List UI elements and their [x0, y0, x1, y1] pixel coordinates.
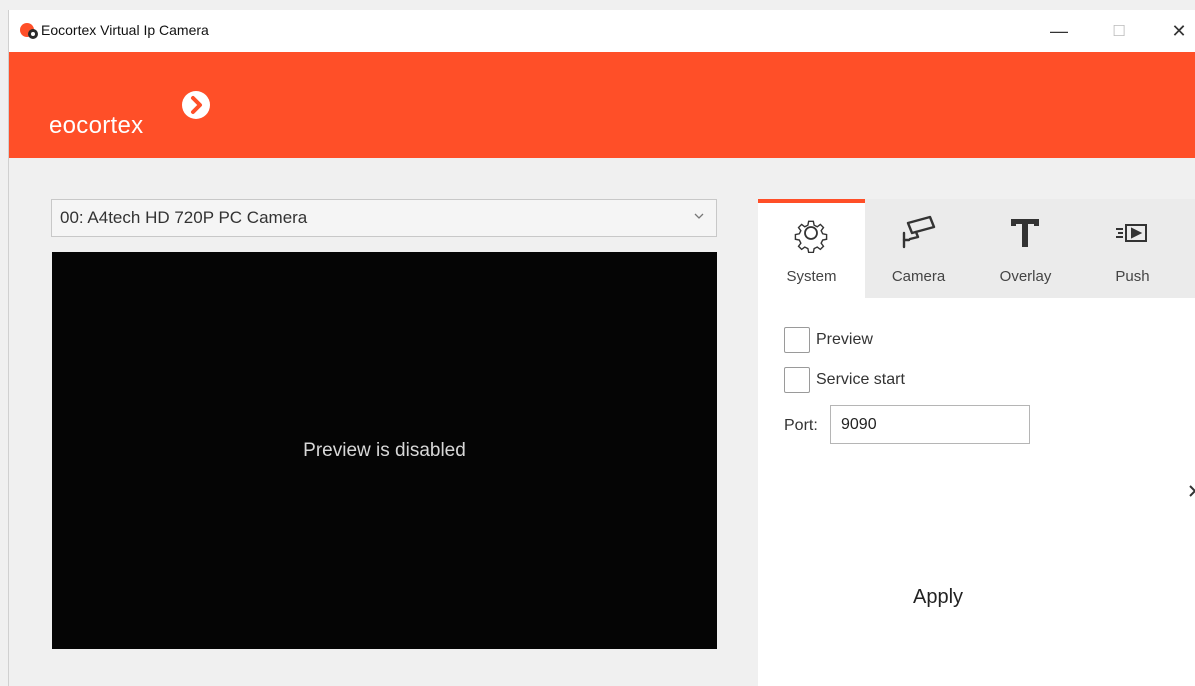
brand-banner: eocortex [9, 52, 1195, 158]
preview-checkbox-label: Preview [816, 331, 873, 348]
minimize-button[interactable]: — [1029, 10, 1089, 52]
preview-checkbox[interactable] [784, 327, 810, 353]
logo-arrow-icon [182, 91, 210, 119]
tab-overlay-label: Overlay [999, 268, 1052, 285]
tab-push[interactable]: Push [1079, 199, 1186, 298]
text-overlay-icon [1011, 219, 1039, 247]
tab-push-label: Push [1115, 268, 1150, 285]
camera-select[interactable]: 00: A4tech HD 720P PC Camera [51, 199, 717, 237]
service-start-option[interactable]: Service start [784, 367, 905, 393]
tab-system[interactable]: System [758, 199, 865, 298]
cctv-camera-icon [902, 215, 936, 249]
title-bar: Eocortex Virtual Ip Camera — ☐ ✕ [9, 10, 1195, 52]
gear-icon [794, 220, 828, 253]
tab-overlay[interactable]: Overlay [972, 199, 1079, 298]
app-logo-icon [20, 23, 38, 39]
preview-option[interactable]: Preview [784, 327, 873, 353]
port-label: Port: [784, 417, 818, 434]
tab-system-label: System [786, 268, 837, 285]
window-title: Eocortex Virtual Ip Camera [41, 22, 209, 38]
tab-camera[interactable]: Camera [865, 199, 972, 298]
service-start-checkbox-label: Service start [816, 371, 905, 388]
chevron-down-icon [694, 213, 704, 219]
app-window: Eocortex Virtual Ip Camera — ☐ ✕ eocorte… [8, 10, 1195, 686]
video-preview: Preview is disabled [52, 252, 717, 649]
apply-button[interactable]: Apply [888, 580, 988, 614]
preview-message: Preview is disabled [303, 439, 466, 461]
port-input[interactable] [830, 405, 1030, 444]
maximize-button[interactable]: ☐ [1089, 10, 1149, 52]
minimize-icon: — [1050, 20, 1068, 41]
logo-text: eocortex [49, 112, 144, 139]
maximize-icon: ☐ [1112, 23, 1126, 40]
close-button[interactable]: ✕ [1149, 10, 1195, 52]
camera-select-value: 00: A4tech HD 720P PC Camera [60, 208, 308, 227]
settings-tabs: System Camera Overlay Push [758, 199, 1195, 298]
tab-camera-label: Camera [891, 268, 946, 285]
push-stream-icon [1116, 224, 1147, 242]
service-start-checkbox[interactable] [784, 367, 810, 393]
chevron-right-icon[interactable] [1188, 484, 1195, 498]
close-icon: ✕ [1171, 20, 1187, 41]
